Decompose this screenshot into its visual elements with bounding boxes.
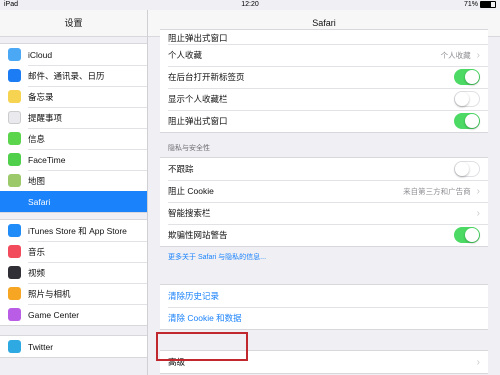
setting-label: 欺骗性网站警告 xyxy=(168,230,228,240)
sidebar-item-label: iTunes Store 和 App Store xyxy=(28,225,127,236)
messages-icon xyxy=(8,132,21,145)
sidebar-item-video[interactable]: 视频 xyxy=(0,262,147,283)
sidebar-item-label: 视频 xyxy=(28,267,46,278)
toggle-switch[interactable] xyxy=(454,91,480,107)
setting-row[interactable]: 个人收藏 个人收藏 › xyxy=(160,44,488,66)
status-bar: iPad 12:20 71% xyxy=(0,0,500,10)
toggle-knob xyxy=(455,162,469,176)
sidebar-item-twitter[interactable]: Twitter xyxy=(0,336,147,357)
setting-row[interactable]: 在后台打开新标签页 xyxy=(160,66,488,88)
sidebar-item-label: 备忘录 xyxy=(28,91,54,102)
chevron-right-icon: › xyxy=(476,185,480,197)
sidebar-item-label: Safari xyxy=(28,196,51,207)
notes-icon xyxy=(8,90,21,103)
sidebar-item-facetime[interactable]: FaceTime xyxy=(0,149,147,170)
music-icon xyxy=(8,245,21,258)
sidebar-item-app-store[interactable]: iTunes Store 和 App Store xyxy=(0,220,147,241)
sidebar-item-label: FaceTime xyxy=(28,154,66,165)
setting-row[interactable]: 欺骗性网站警告 xyxy=(160,224,488,246)
sidebar-item-photos[interactable]: 照片与相机 xyxy=(0,283,147,304)
safari-settings-pane: Safari 阻止弹出式窗口 个人收藏 个人收藏 › 在后台打开新标签页 显示个人收藏栏阻… xyxy=(148,10,500,375)
sidebar-title: 设置 xyxy=(0,10,147,37)
action-label: 清除历史记录 xyxy=(168,291,220,301)
setting-value: 来自第三方和广告商 xyxy=(403,186,471,196)
setting-row[interactable]: 阻止弹出式窗口 xyxy=(160,110,488,132)
sidebar-item-reminders[interactable]: 提醒事项 xyxy=(0,107,147,128)
sidebar-item-label: Twitter xyxy=(28,341,54,352)
video-icon xyxy=(8,266,21,279)
sidebar-item-label: 信息 xyxy=(28,133,46,144)
sidebar-item-mail[interactable]: 邮件、通讯录、日历 xyxy=(0,65,147,86)
action-label: 清除 Cookie 和数据 xyxy=(168,313,242,323)
setting-row[interactable]: 阻止 Cookie 来自第三方和广告商 › xyxy=(160,180,488,202)
section-title-privacy: 隐私与安全性 xyxy=(168,145,210,152)
sidebar-item-label: 地图 xyxy=(28,175,46,186)
sidebar-item-label: 照片与相机 xyxy=(28,288,71,299)
sidebar-item-music[interactable]: 音乐 xyxy=(0,241,147,262)
cloud-icon xyxy=(8,48,21,61)
setting-label: 个人收藏 xyxy=(168,50,203,60)
clock: 12:20 xyxy=(241,1,259,8)
sidebar-group: iCloud 邮件、通讯录、日历 备忘录提醒事项信息 FaceTime 地图 Safari xyxy=(0,43,147,213)
toggle-knob xyxy=(455,92,469,106)
battery-icon xyxy=(480,1,496,8)
toggle-switch[interactable] xyxy=(454,113,480,129)
toggle-knob xyxy=(465,70,479,84)
game-center-icon xyxy=(8,308,21,321)
sidebar-item-label: 邮件、通讯录、日历 xyxy=(28,70,105,81)
sidebar-item-cloud[interactable]: iCloud xyxy=(0,44,147,65)
setting-label: 阻止 Cookie xyxy=(168,186,214,196)
chevron-right-icon: › xyxy=(476,49,480,61)
setting-label: 不跟踪 xyxy=(168,164,194,174)
sidebar-item-maps[interactable]: 地图 xyxy=(0,170,147,191)
twitter-icon xyxy=(8,340,21,353)
sidebar-group: Twitter xyxy=(0,335,147,358)
setting-label: 阻止弹出式窗口 xyxy=(168,116,228,126)
mail-icon xyxy=(8,69,21,82)
clear-cookies-button[interactable]: 清除 Cookie 和数据 xyxy=(160,307,488,329)
sidebar-item-notes[interactable]: 备忘录 xyxy=(0,86,147,107)
toggle-knob xyxy=(465,228,479,242)
setting-label: 显示个人收藏栏 xyxy=(168,94,228,104)
clear-history-button[interactable]: 清除历史记录 xyxy=(160,285,488,307)
setting-value: 个人收藏 xyxy=(440,50,471,60)
app-store-icon xyxy=(8,224,21,237)
toggle-switch[interactable] xyxy=(454,161,480,177)
chevron-right-icon: › xyxy=(476,207,480,219)
setting-label: 阻止弹出式窗口 xyxy=(168,33,228,43)
battery-percent: 71% xyxy=(463,1,478,8)
sidebar-item-safari[interactable]: Safari xyxy=(0,191,147,212)
setting-row[interactable]: 不跟踪 xyxy=(160,158,488,180)
sidebar-item-game-center[interactable]: Game Center xyxy=(0,304,147,325)
maps-icon xyxy=(8,174,21,187)
privacy-info-link[interactable]: 更多关于 Safari 与隐私的信息... xyxy=(148,247,500,262)
setting-row[interactable]: 智能搜索栏 › xyxy=(160,202,488,224)
sidebar-item-messages[interactable]: 信息 xyxy=(0,128,147,149)
sidebar-item-label: iCloud xyxy=(28,49,53,60)
setting-row[interactable]: 显示个人收藏栏 xyxy=(160,88,488,110)
chevron-right-icon: › xyxy=(476,356,480,368)
toggle-switch[interactable] xyxy=(454,69,480,85)
settings-sidebar: 设置 iCloud 邮件、通讯录、日历 备忘录提醒事项信息 FaceTime 地图 Saf… xyxy=(0,10,148,375)
safari-general-card: 阻止弹出式窗口 个人收藏 个人收藏 › 在后台打开新标签页 显示个人收藏栏 阻止弹出式窗口 xyxy=(160,29,488,133)
sidebar-item-label: 提醒事项 xyxy=(28,112,63,123)
clear-data-card: 清除历史记录清除 Cookie 和数据 xyxy=(160,284,488,330)
reminders-icon xyxy=(8,111,21,124)
advanced-highlight-box xyxy=(156,332,248,361)
privacy-card: 不跟踪阻止 Cookie 来自第三方和广告商 › 智能搜索栏 › 欺骗性网站警告 xyxy=(160,157,488,247)
toggle-knob xyxy=(465,114,479,128)
safari-icon xyxy=(8,195,21,208)
sidebar-item-label: 音乐 xyxy=(28,246,46,257)
setting-row[interactable]: 阻止弹出式窗口 xyxy=(160,30,488,44)
battery-status: 71% xyxy=(464,1,496,8)
setting-label: 在后台打开新标签页 xyxy=(168,72,245,82)
toggle-switch[interactable] xyxy=(454,227,480,243)
photos-icon xyxy=(8,287,21,300)
sidebar-item-label: Game Center xyxy=(28,309,80,320)
sidebar-group: iTunes Store 和 App Store 音乐视频照片与相机 Game Ce… xyxy=(0,219,147,326)
facetime-icon xyxy=(8,153,21,166)
setting-label: 智能搜索栏 xyxy=(168,208,211,218)
